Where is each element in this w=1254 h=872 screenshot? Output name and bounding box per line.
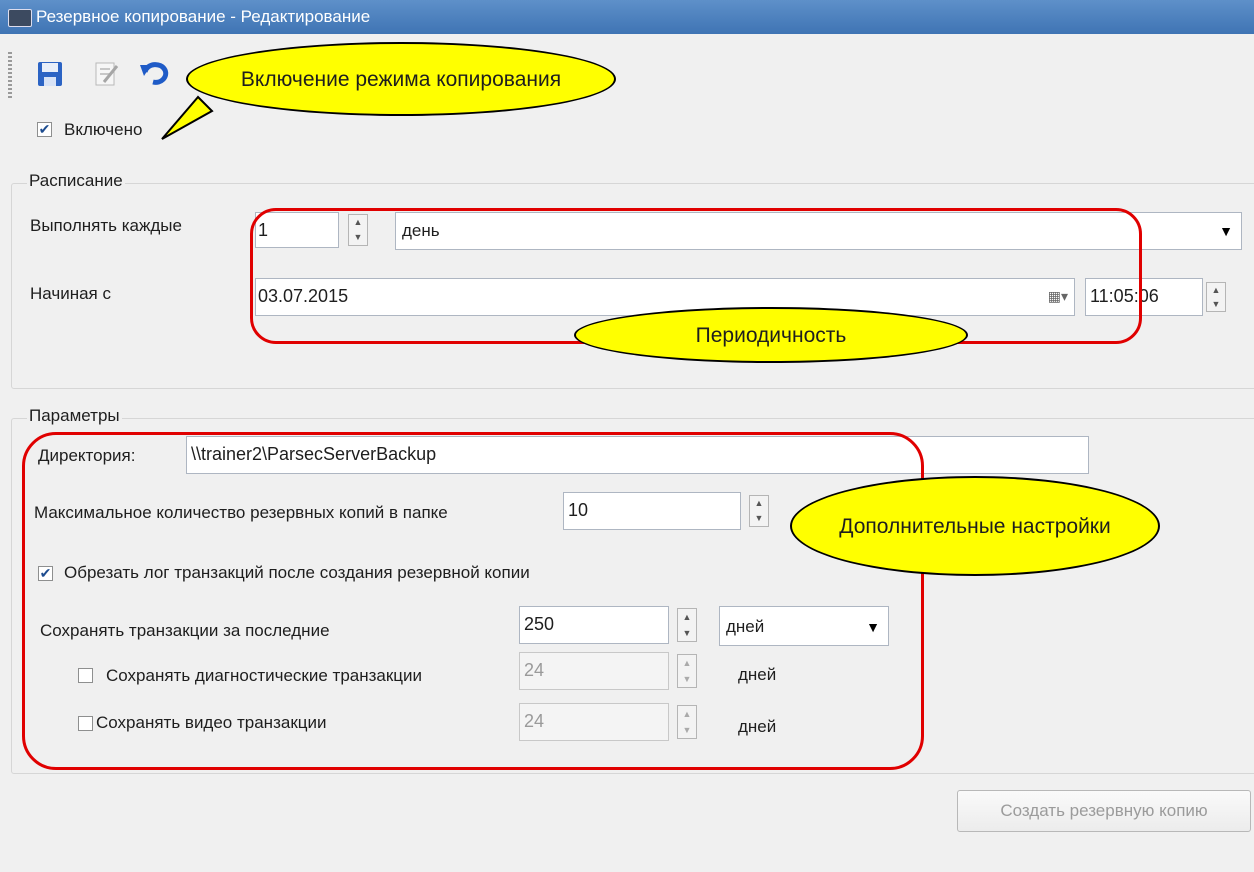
every-label: Выполнять каждые xyxy=(30,216,182,235)
enabled-label: Включено xyxy=(64,120,143,139)
title-bar: Резервное копирование - Редактирование xyxy=(0,0,1254,34)
chevron-down-icon: ▼ xyxy=(1219,223,1233,239)
app-icon xyxy=(8,9,32,27)
params-highlight xyxy=(22,432,924,770)
callout-extra: Дополнительные настройки xyxy=(790,476,1160,576)
start-label: Начиная с xyxy=(30,284,111,303)
params-legend: Параметры xyxy=(27,406,122,426)
toolbar-grip xyxy=(8,52,12,98)
save-icon[interactable] xyxy=(36,60,64,88)
callout-period: Периодичность xyxy=(574,307,968,363)
create-backup-button[interactable]: Создать резервную копию xyxy=(957,790,1251,832)
undo-icon[interactable] xyxy=(139,58,169,86)
callout-pointer xyxy=(161,95,214,140)
enabled-checkbox[interactable]: ✔ xyxy=(37,122,52,137)
callout-mode: Включение режима копирования xyxy=(186,42,616,116)
window-title: Резервное копирование - Редактирование xyxy=(36,7,371,26)
edit-icon[interactable] xyxy=(92,60,120,88)
time-spinner[interactable]: ▲ ▼ xyxy=(1206,282,1226,312)
schedule-legend: Расписание xyxy=(27,171,125,191)
